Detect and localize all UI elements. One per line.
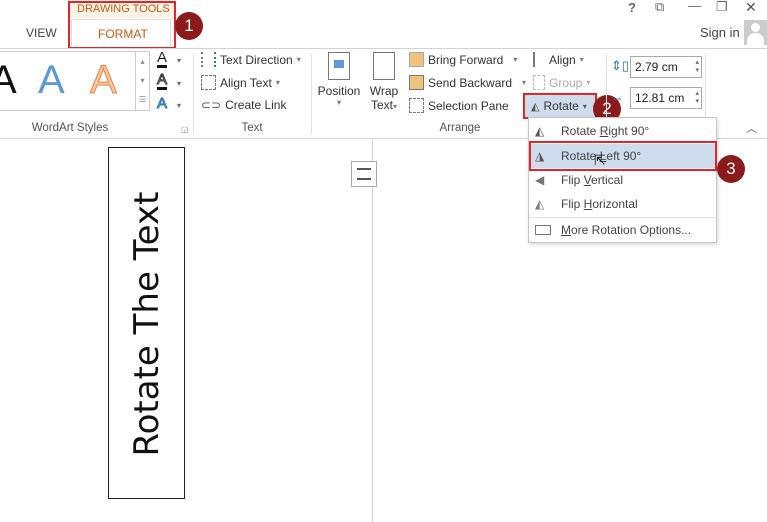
callout-1: 1 <box>175 12 203 40</box>
shape-width-icon: ⇔ <box>611 90 624 105</box>
tab-view[interactable]: VIEW <box>26 26 57 40</box>
callout-3: 3 <box>717 155 745 183</box>
shape-height-input[interactable]: 2.79 cm ▴ ▾ <box>630 56 702 78</box>
bring-forward-label: Bring Forward <box>428 52 504 67</box>
menu-item-label: Flip Vertical <box>561 173 624 187</box>
selection-pane-button[interactable]: Selection Pane <box>409 98 509 113</box>
highlight-box-3 <box>529 141 717 171</box>
gallery-scroll[interactable]: ▴ ▾ ☰ <box>135 52 149 110</box>
link-icon: ⊂⊃ <box>201 98 222 112</box>
highlight-box-2 <box>523 93 597 119</box>
more-options-icon <box>535 225 551 235</box>
text-box-content[interactable]: Rotate The Text <box>127 154 167 494</box>
position-button[interactable]: Position ▾ <box>316 52 362 120</box>
shape-width-input[interactable]: 12.81 cm ▴ ▾ <box>630 87 702 109</box>
align-icon <box>533 52 545 67</box>
group-icon <box>533 75 545 90</box>
minimize-icon[interactable]: — <box>688 0 701 13</box>
wrap-label: Wrap <box>369 84 399 98</box>
mouse-cursor-icon: ⇱ <box>594 152 606 168</box>
page-edge <box>372 140 373 522</box>
position-label: Position <box>317 84 361 98</box>
rotate-right-icon: ◭ <box>535 124 545 138</box>
dialog-launcher-icon[interactable]: ◲ <box>181 125 189 134</box>
bring-forward-button[interactable]: Bring Forward ▾ <box>409 52 517 67</box>
wrap-text-icon <box>373 52 395 80</box>
help-icon[interactable]: ? <box>628 0 636 15</box>
height-spinner[interactable]: ▴ ▾ <box>695 59 699 75</box>
wrap-text-label: Text <box>370 98 393 112</box>
align-label: Align <box>549 52 576 67</box>
position-icon <box>328 52 350 80</box>
layout-options-icon <box>357 168 371 180</box>
text-effects-icon[interactable]: A <box>156 95 167 113</box>
group-button: Group ▾ <box>533 75 590 90</box>
menu-item-label: More Rotation Options... <box>561 223 692 237</box>
title-bar: ? ⧉ — ❐ ✕ Sign in VIEW DRAWING TOOLS FOR… <box>0 0 767 49</box>
selection-pane-label: Selection Pane <box>428 98 509 113</box>
menu-item-flip-horizontal[interactable]: ◭ Flip Horizontal <box>529 192 716 216</box>
text-outline-icon[interactable]: A <box>156 72 168 90</box>
highlight-box-1 <box>68 1 176 49</box>
send-backward-button[interactable]: Send Backward ▾ <box>409 75 526 90</box>
wordart-sample-blue[interactable]: A <box>38 58 65 103</box>
width-spinner[interactable]: ▴ ▾ <box>695 90 699 106</box>
text-direction-label: Text Direction <box>220 52 293 67</box>
wordart-gallery[interactable]: A A A ▴ ▾ ☰ <box>0 51 150 111</box>
menu-item-label: Flip Horizontal <box>561 197 638 211</box>
create-link-button[interactable]: ⊂⊃ Create Link <box>201 98 286 112</box>
close-icon[interactable]: ✕ <box>745 0 757 16</box>
wordart-styles-label: WordArt Styles <box>31 122 109 134</box>
text-group-label: Text <box>241 122 263 134</box>
text-direction-button[interactable]: Text Direction ▾ <box>201 52 301 67</box>
flip-vertical-icon: ◀ <box>535 173 545 187</box>
menu-item-label: Rotate Right 90° <box>561 124 650 138</box>
sign-in-link[interactable]: Sign in <box>700 25 740 40</box>
shape-width-value: 12.81 cm <box>635 91 685 105</box>
shape-height-icon: ⇕▯ <box>611 58 630 73</box>
send-backward-label: Send Backward <box>428 75 513 90</box>
rotate-menu: ◭ Rotate Right 90° ◮ Rotate Left 90° ◀ Flip… <box>528 117 717 243</box>
group-label: Group <box>549 75 583 90</box>
menu-item-flip-vertical[interactable]: ◀ Flip Vertical <box>529 168 716 192</box>
align-text-label: Align Text <box>220 75 272 90</box>
menu-item-more-rotation-options[interactable]: More Rotation Options... <box>529 218 716 242</box>
selection-pane-icon <box>409 98 424 113</box>
restore-icon[interactable]: ❐ <box>716 0 728 15</box>
wordart-sample-orange[interactable]: A <box>90 58 118 103</box>
avatar[interactable] <box>744 20 767 45</box>
flip-horizontal-icon: ◭ <box>535 197 545 211</box>
bring-forward-icon <box>409 52 424 67</box>
shape-height-value: 2.79 cm <box>635 60 678 74</box>
text-direction-icon <box>201 52 216 67</box>
wrap-text-button[interactable]: Wrap Text▾ <box>366 52 402 120</box>
text-box[interactable]: Rotate The Text <box>108 147 185 499</box>
create-link-label: Create Link <box>225 98 287 112</box>
ribbon-display-icon[interactable]: ⧉ <box>655 0 664 15</box>
wordart-sample-black[interactable]: A <box>0 58 17 103</box>
align-text-icon <box>201 75 216 90</box>
collapse-ribbon-icon[interactable]: ︿ <box>746 120 757 136</box>
layout-options-button[interactable] <box>351 161 377 187</box>
menu-item-rotate-right[interactable]: ◭ Rotate Right 90° <box>529 119 716 143</box>
align-text-button[interactable]: Align Text ▾ <box>201 75 280 90</box>
align-button[interactable]: Align ▾ <box>533 52 584 67</box>
send-backward-icon <box>409 75 424 90</box>
text-fill-icon[interactable]: A <box>157 50 168 68</box>
arrange-group-label: Arrange <box>439 122 481 134</box>
